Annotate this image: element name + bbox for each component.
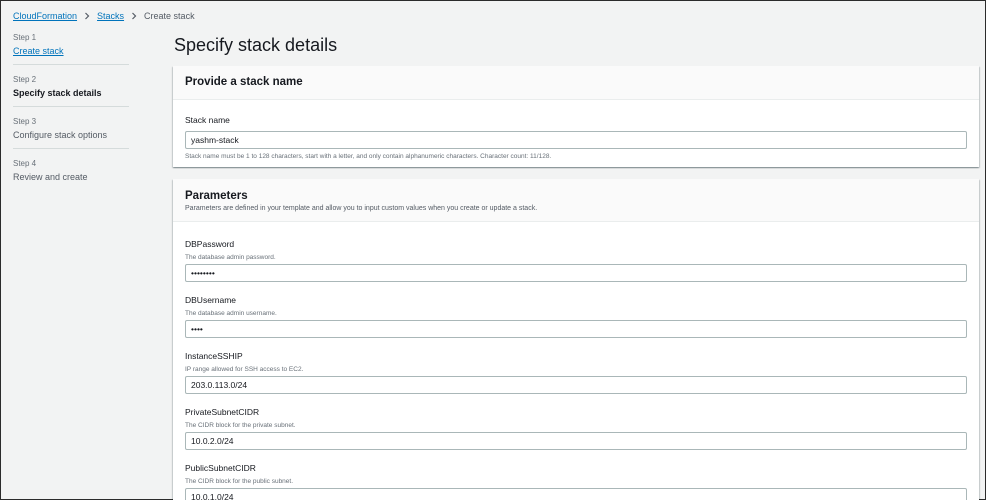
field-description: IP range allowed for SSH access to EC2. — [185, 366, 304, 373]
chevron-right-icon — [130, 12, 138, 20]
parameters-panel: Parameters Parameters are defined in you… — [173, 179, 979, 500]
wizard-steps-nav: Step 1 Create stack Step 2 Specify stack… — [13, 33, 129, 200]
wizard-step-3: Step 3 Configure stack options — [13, 117, 129, 149]
wizard-step-4: Step 4 Review and create — [13, 159, 129, 190]
panel-body: Stack name Stack name must be 1 to 128 c… — [173, 100, 979, 169]
param-field-dbpassword: DBPassword The database admin password. — [185, 234, 967, 282]
stack-name-input[interactable] — [185, 131, 967, 149]
panel-description: Parameters are defined in your template … — [185, 205, 538, 212]
field-description: The CIDR block for the private subnet. — [185, 422, 296, 429]
field-label: InstanceSSHIP — [185, 351, 243, 361]
field-constraint-text: Stack name must be 1 to 128 characters, … — [185, 153, 552, 160]
param-field-dbusername: DBUsername The database admin username. — [185, 290, 967, 338]
page-title: Specify stack details — [174, 35, 338, 55]
panel-title: Provide a stack name — [185, 76, 303, 88]
panel-header: Provide a stack name — [173, 66, 979, 100]
field-description: The CIDR block for the public subnet. — [185, 478, 294, 485]
param-field-privatesubnetcidr: PrivateSubnetCIDR The CIDR block for the… — [185, 402, 967, 450]
field-description: The database admin password. — [185, 254, 276, 261]
privatesubnetcidr-input[interactable] — [185, 432, 967, 450]
dbusername-input[interactable] — [185, 320, 967, 338]
panel-header: Parameters Parameters are defined in you… — [173, 179, 979, 222]
instancesship-input[interactable] — [185, 376, 967, 394]
step-number: Step 1 — [13, 33, 37, 42]
breadcrumb-cloudformation-link[interactable]: CloudFormation — [13, 11, 77, 21]
chevron-right-icon — [83, 12, 91, 20]
step-number: Step 2 — [13, 75, 37, 84]
step-number: Step 4 — [13, 159, 37, 168]
wizard-step-1: Step 1 Create stack — [13, 33, 129, 65]
field-label: PublicSubnetCIDR — [185, 463, 256, 473]
panel-body: DBPassword The database admin password. … — [173, 222, 979, 500]
step-link-create-stack[interactable]: Create stack — [13, 46, 129, 56]
wizard-step-2: Step 2 Specify stack details — [13, 75, 129, 107]
panel-title: Parameters — [185, 190, 248, 202]
publicsubnetcidr-input[interactable] — [185, 488, 967, 500]
step-number: Step 3 — [13, 117, 37, 126]
breadcrumb-current: Create stack — [144, 11, 195, 21]
field-label: DBPassword — [185, 239, 235, 249]
step-label-current: Specify stack details — [13, 88, 102, 98]
step-label: Configure stack options — [13, 130, 108, 140]
stack-name-field: Stack name Stack name must be 1 to 128 c… — [185, 110, 967, 160]
stack-name-panel: Provide a stack name Stack name Stack na… — [173, 66, 979, 167]
breadcrumb-stacks-link[interactable]: Stacks — [97, 11, 124, 21]
field-description: The database admin username. — [185, 310, 277, 317]
step-label: Review and create — [13, 172, 88, 182]
param-field-publicsubnetcidr: PublicSubnetCIDR The CIDR block for the … — [185, 458, 967, 500]
param-field-instancesship: InstanceSSHIP IP range allowed for SSH a… — [185, 346, 967, 394]
field-label: Stack name — [185, 115, 230, 125]
breadcrumb: CloudFormation Stacks Create stack — [13, 9, 195, 23]
dbpassword-input[interactable] — [185, 264, 967, 282]
field-label: PrivateSubnetCIDR — [185, 407, 260, 417]
field-label: DBUsername — [185, 295, 237, 305]
